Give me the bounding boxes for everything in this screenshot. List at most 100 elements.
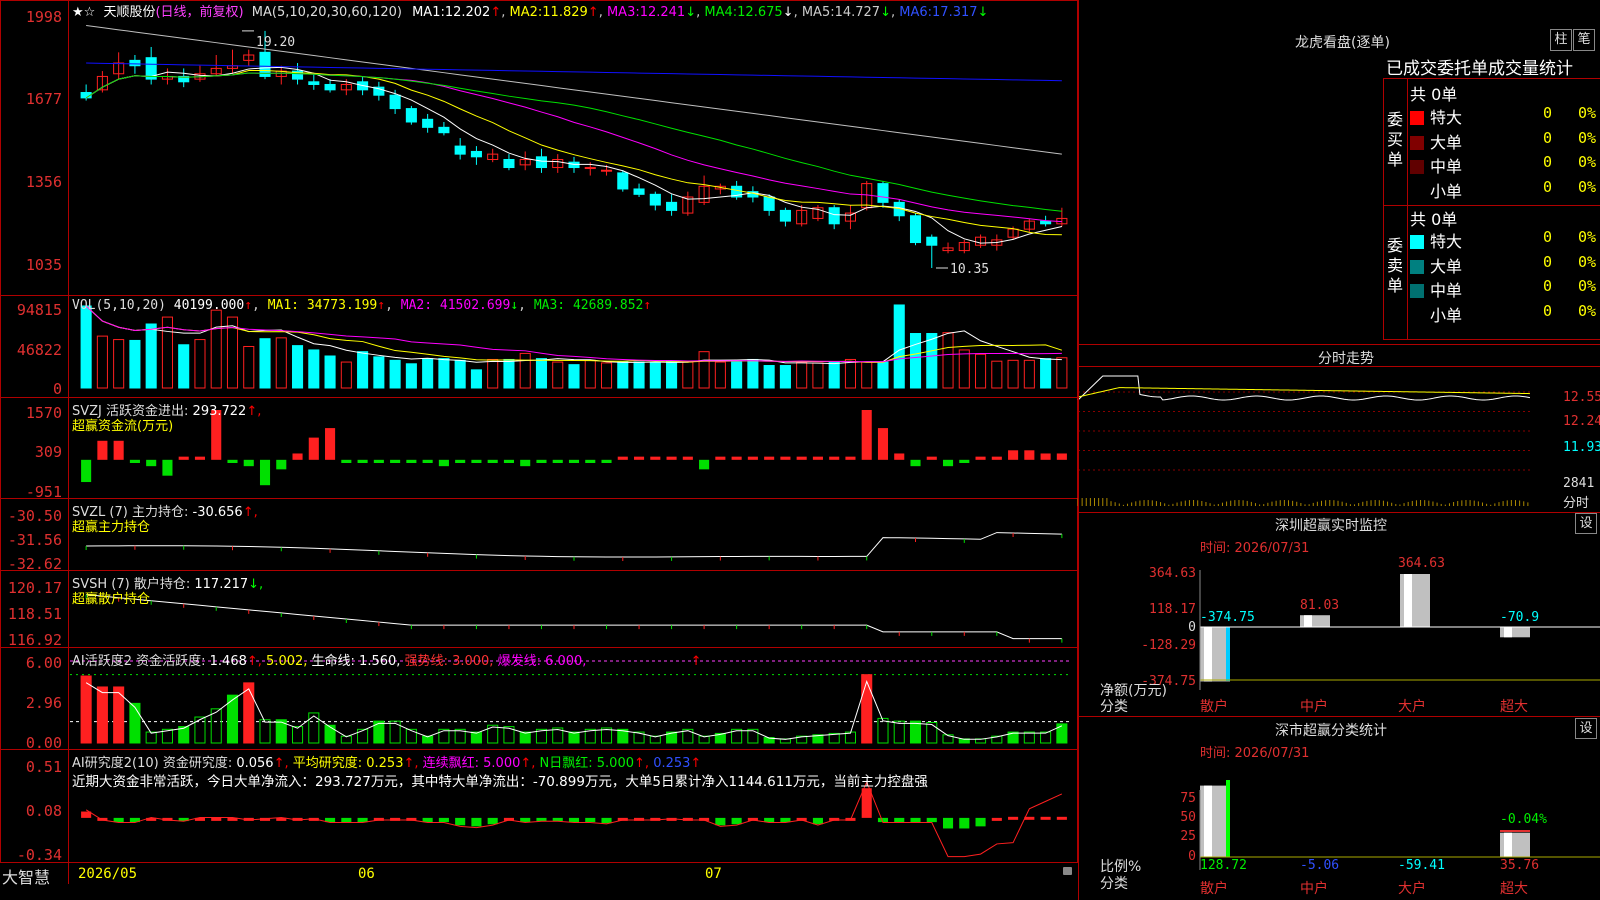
flow-bar: [764, 456, 775, 460]
ai2-note: 近期大资金非常活跃，今日大单净流入：293.727万元，其中特大单净流出：-70…: [72, 774, 928, 790]
flow-bar: [877, 428, 889, 460]
order-count: 0: [1543, 104, 1553, 122]
flow-bar: [975, 456, 986, 460]
volume-bar: [470, 369, 482, 389]
order-size-label: 大单: [1430, 256, 1463, 276]
candle-body: [909, 215, 922, 244]
flow-bar: [308, 437, 319, 460]
order-size-label: 中单: [1430, 281, 1463, 300]
order-percent: 0%: [1578, 228, 1597, 246]
order-row: 中单: [1410, 153, 1462, 177]
y-tick-svsh: 116.92: [7, 631, 62, 649]
candle-body: [535, 156, 548, 169]
flow-bar: [536, 459, 547, 463]
sz-category: 大户: [1398, 699, 1426, 715]
ma6-value: 17.317: [932, 5, 978, 20]
flow-bar: [292, 453, 303, 460]
activity-bar: [145, 731, 157, 744]
y-tick-svzj: 309: [34, 443, 62, 461]
y-tick-svzj: 1570: [25, 404, 62, 422]
sz-category: 中户: [1300, 699, 1328, 715]
order-size-label: 中单: [1430, 157, 1463, 176]
svzl-line: [86, 532, 1062, 558]
candle-body: [633, 188, 645, 195]
ai2-label: AI研究度2(10) 资金研究度:: [72, 756, 233, 771]
color-swatch: [1410, 235, 1424, 249]
flow-bar: [812, 456, 823, 460]
star-outline-icon[interactable]: ☆: [84, 5, 96, 20]
ss-category: 超大: [1500, 881, 1528, 897]
flow-bar: [422, 459, 433, 463]
research-bar: [991, 817, 1002, 821]
volume-bar: [340, 361, 352, 389]
order-percent: 0%: [1578, 252, 1597, 271]
fenshi-y-tick: 12.55: [1563, 390, 1600, 405]
ss-settings-button[interactable]: 设: [1575, 718, 1597, 739]
ai2-n-red-arrow: ↑,: [634, 756, 650, 771]
fenshi-title: 分时走势: [1318, 351, 1374, 367]
ai1-v2: 5.002,: [266, 654, 308, 669]
candle-body: [666, 201, 678, 211]
flow-bar: [357, 459, 368, 463]
flow-bar: [243, 459, 254, 467]
candle-body: [926, 236, 938, 246]
star-icon[interactable]: ★: [72, 5, 84, 20]
buy-total: 共 0单: [1410, 85, 1458, 104]
order-count: 0: [1543, 252, 1553, 271]
ma4-value: 12.675: [737, 5, 783, 20]
volume-bar: [975, 353, 987, 389]
sz-y-tick: -128.29: [1141, 638, 1196, 653]
research-bar: [1008, 816, 1019, 820]
fenshi-border: [1078, 344, 1600, 345]
bar-mode-button[interactable]: 柱: [1550, 29, 1572, 51]
order-row: 特大: [1410, 104, 1462, 128]
order-percent: 0%: [1578, 153, 1597, 171]
vol-header: VOL(5,10,20) 40199.000↑, MA1: 34773.199↑…: [72, 298, 652, 313]
volume-bar: [422, 358, 434, 389]
order-count: 0: [1543, 277, 1553, 295]
candle-body: [454, 145, 466, 155]
flow-bar: [910, 459, 921, 467]
flow-bar: [1040, 453, 1051, 460]
order-stats-tabs[interactable]: 已成交委托单成交量统计: [1386, 54, 1573, 79]
volume-bar: [308, 349, 320, 389]
color-swatch: [1410, 284, 1424, 298]
buy-side-label: 委买单: [1387, 110, 1404, 169]
color-swatch: [1410, 259, 1424, 274]
ss-y-tick: 25: [1180, 829, 1196, 844]
sz-settings-button[interactable]: 设: [1575, 513, 1597, 534]
research-bar: [568, 817, 580, 823]
ma6-arrow: ↓: [977, 5, 989, 20]
ma5-arrow: ↓: [880, 5, 891, 20]
ss-category: 散户: [1200, 881, 1228, 897]
volume-bar: [617, 361, 629, 389]
vol-ma2-arrow: ↓: [510, 298, 519, 313]
research-bar: [520, 817, 531, 823]
ss-value: 128.72: [1200, 858, 1247, 873]
volume-bar: [519, 352, 531, 389]
volume-bar: [96, 335, 108, 389]
ss-value: 35.76: [1500, 858, 1540, 873]
activity-bar: [568, 731, 580, 744]
pen-mode-button[interactable]: 笔: [1573, 29, 1595, 51]
candle-body: [324, 83, 336, 91]
volume-bar: [861, 361, 873, 389]
ma4-key: MA4:: [704, 5, 738, 20]
sz-y-tick: 364.63: [1149, 566, 1196, 581]
fenshi-y-tick: 12.24: [1563, 414, 1600, 429]
order-count: 0: [1543, 177, 1553, 196]
ai1-header: AI活跃度2 资金活跃度: 1.468↑, 5.002, 生命线: 1.560,…: [72, 650, 702, 669]
volume-bar: [194, 339, 206, 389]
activity-bar: [80, 675, 92, 744]
order-row: 大单: [1410, 129, 1462, 153]
vol-ma1: MA1: 34773.199: [267, 298, 378, 313]
flow-bar: [894, 453, 905, 460]
flow-bar: [373, 459, 384, 463]
activity-bar: [747, 728, 759, 744]
vol-label: VOL(5,10,20): [72, 298, 166, 313]
research-bar: [552, 817, 563, 822]
sz-value: -70.9: [1500, 610, 1540, 625]
activity-bar: [129, 702, 141, 744]
candle-body: [877, 183, 889, 203]
lock-icon[interactable]: [1063, 867, 1072, 875]
